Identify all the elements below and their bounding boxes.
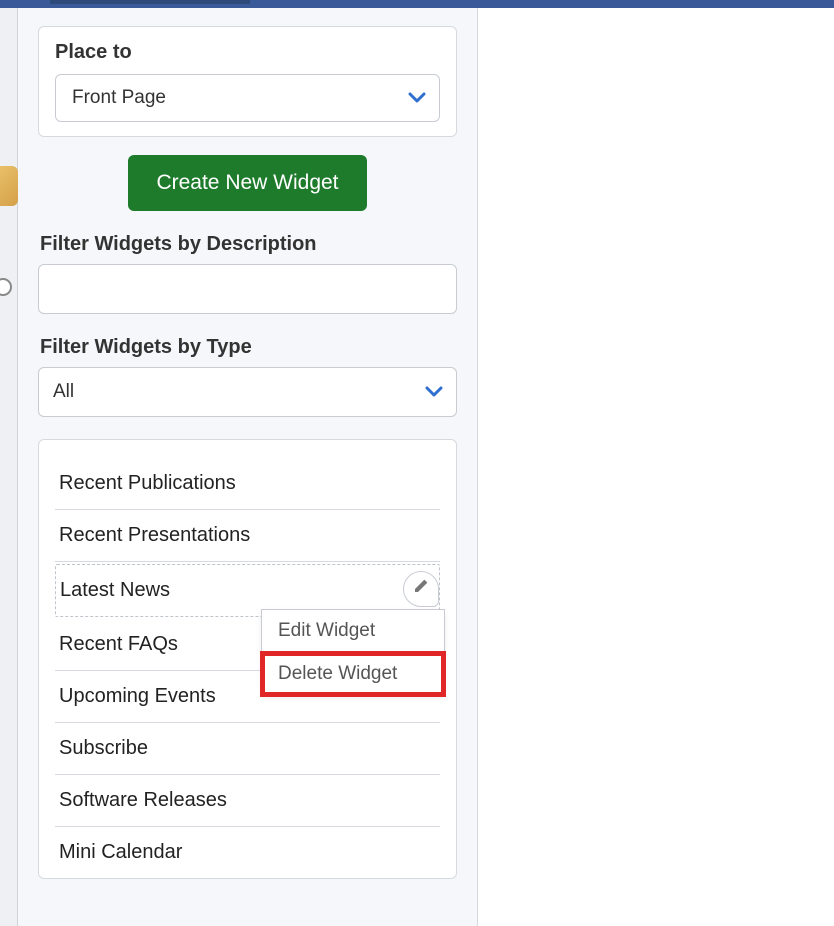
widget-item[interactable]: Recent Publications	[55, 458, 440, 510]
delete-widget-menu-item[interactable]: Delete Widget	[262, 653, 444, 695]
edit-widget-icon-button[interactable]	[403, 571, 439, 607]
create-new-widget-button[interactable]: Create New Widget	[128, 155, 366, 211]
widget-item-label: Latest News	[60, 579, 170, 601]
widget-item[interactable]: Mini Calendar	[55, 827, 440, 878]
filter-description-label: Filter Widgets by Description	[38, 233, 457, 256]
widget-item-active[interactable]: Latest News Edit Widget Delete Widget	[55, 564, 440, 617]
filter-type-value: All	[53, 381, 74, 403]
left-edge-strip	[0, 8, 18, 926]
widget-item-label: Recent Publications	[59, 472, 236, 494]
place-to-label: Place to	[55, 41, 440, 64]
widget-context-menu: Edit Widget Delete Widget	[261, 609, 445, 696]
top-accent-strip	[50, 0, 250, 4]
widget-item[interactable]: Recent Presentations	[55, 510, 440, 562]
widget-item[interactable]: Subscribe	[55, 723, 440, 775]
place-to-value: Front Page	[72, 87, 166, 109]
pencil-icon	[412, 577, 430, 601]
widget-item-label: Upcoming Events	[59, 685, 216, 707]
widget-item-label: Subscribe	[59, 737, 148, 759]
filter-type-label: Filter Widgets by Type	[38, 336, 457, 359]
place-to-select-wrap: Front Page	[55, 74, 440, 122]
place-to-card: Place to Front Page	[38, 26, 457, 137]
avatar-fragment	[0, 166, 18, 206]
widget-manager-panel: Place to Front Page Create New Widget Fi…	[18, 8, 478, 926]
widget-item-label: Software Releases	[59, 789, 227, 811]
circle-fragment	[0, 278, 12, 296]
widget-item-label: Mini Calendar	[59, 841, 182, 863]
widget-item[interactable]: Software Releases	[55, 775, 440, 827]
filter-description-input[interactable]	[38, 264, 457, 314]
widget-list: Recent Publications Recent Presentations…	[38, 439, 457, 879]
edit-widget-menu-item[interactable]: Edit Widget	[262, 610, 444, 653]
place-to-select[interactable]: Front Page	[55, 74, 440, 122]
widget-item-label: Recent FAQs	[59, 633, 178, 655]
widget-item-label: Recent Presentations	[59, 524, 250, 546]
filter-type-select[interactable]: All	[38, 367, 457, 417]
